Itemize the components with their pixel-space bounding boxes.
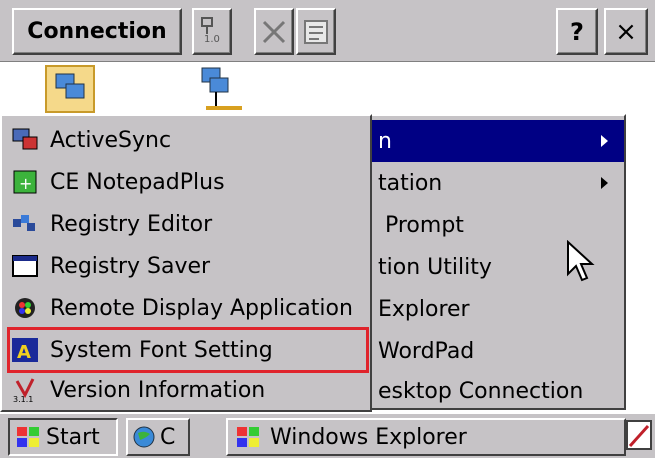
pen-icon xyxy=(628,424,650,448)
notepad-icon: + xyxy=(10,168,40,196)
ip-config-icon: 1.0 xyxy=(201,16,220,45)
activesync-icon xyxy=(10,126,40,154)
menu-item-version-information[interactable]: 3.1.1 Version Information xyxy=(10,370,360,410)
menu-item-activesync[interactable]: ActiveSync xyxy=(10,120,360,160)
connection-icon-1[interactable] xyxy=(40,64,100,114)
submenu-arrow-icon xyxy=(601,135,608,147)
menu-item-registry-editor[interactable]: Registry Editor xyxy=(10,204,360,244)
svg-text:A: A xyxy=(17,342,31,363)
remote-display-icon xyxy=(10,294,40,322)
submenu-item-label: esktop Connection xyxy=(378,378,584,404)
menu-item-label: Registry Editor xyxy=(50,211,213,237)
svg-text:1.0: 1.0 xyxy=(204,34,220,45)
menu-item-label: CE NotepadPlus xyxy=(50,169,225,195)
submenu-item-label: Explorer xyxy=(378,296,470,322)
window-toolbar: Connection 1.0 ? × xyxy=(0,0,655,62)
submenu-item-label: tation xyxy=(378,170,443,196)
properties-toolbar-button[interactable]: 1.0 xyxy=(192,8,232,55)
connection-button[interactable]: Connection xyxy=(12,8,182,55)
properties-icon xyxy=(304,19,328,44)
svg-text:3.1.1: 3.1.1 xyxy=(13,395,33,403)
delete-toolbar-button[interactable] xyxy=(254,8,294,55)
registry-saver-icon xyxy=(10,252,40,280)
menu-item-label: Version Information xyxy=(50,377,266,403)
lan-connection-icon xyxy=(201,67,242,110)
submenu-arrow-icon xyxy=(601,177,608,189)
programs-menu: ActiveSync + CE NotepadPlus Registry Edi… xyxy=(0,114,372,412)
menu-item-system-font-setting[interactable]: A System Font Setting xyxy=(7,327,369,373)
start-label: Start xyxy=(46,424,100,450)
font-setting-icon: A xyxy=(10,336,40,364)
submenu-item-label: Prompt xyxy=(378,212,464,238)
menu-item-ce-notepadplus[interactable]: + CE NotepadPlus xyxy=(10,162,360,202)
close-button[interactable]: × xyxy=(604,8,648,55)
menu-item-label: ActiveSync xyxy=(50,127,172,153)
connection-icon-2[interactable] xyxy=(186,64,246,114)
svg-text:+: + xyxy=(19,174,32,193)
windows-logo-icon xyxy=(237,427,259,447)
registry-editor-icon xyxy=(10,210,40,238)
menu-item-registry-saver[interactable]: Registry Saver xyxy=(10,246,360,286)
settings-toolbar-button[interactable] xyxy=(296,8,336,55)
submenu-item-label: n xyxy=(378,128,392,154)
menu-item-label: System Font Setting xyxy=(50,337,273,363)
taskbar-windows-explorer-button[interactable]: Windows Explorer xyxy=(226,418,626,456)
delete-icon xyxy=(262,20,286,43)
windows-logo-icon xyxy=(17,427,39,447)
menu-item-label: Registry Saver xyxy=(50,253,211,279)
help-button[interactable]: ? xyxy=(556,8,598,55)
network-connection-icon xyxy=(45,65,95,113)
mouse-cursor-icon xyxy=(567,240,595,282)
start-button[interactable]: Start xyxy=(8,418,118,456)
windows-explorer-label: Windows Explorer xyxy=(270,424,467,450)
submenu-item-label: WordPad xyxy=(378,338,475,364)
submenu-item-label: tion Utility xyxy=(378,254,492,280)
menu-item-remote-display[interactable]: Remote Display Application xyxy=(10,288,360,328)
desktop-tray-icon[interactable] xyxy=(626,420,652,450)
taskbar: Start C Windows Explorer xyxy=(0,412,655,458)
version-info-icon: 3.1.1 xyxy=(10,376,40,404)
taskbar-connection-label: C xyxy=(160,424,176,450)
globe-network-icon xyxy=(133,426,155,448)
taskbar-connection-button[interactable]: C xyxy=(126,418,190,456)
menu-item-label: Remote Display Application xyxy=(50,295,353,321)
